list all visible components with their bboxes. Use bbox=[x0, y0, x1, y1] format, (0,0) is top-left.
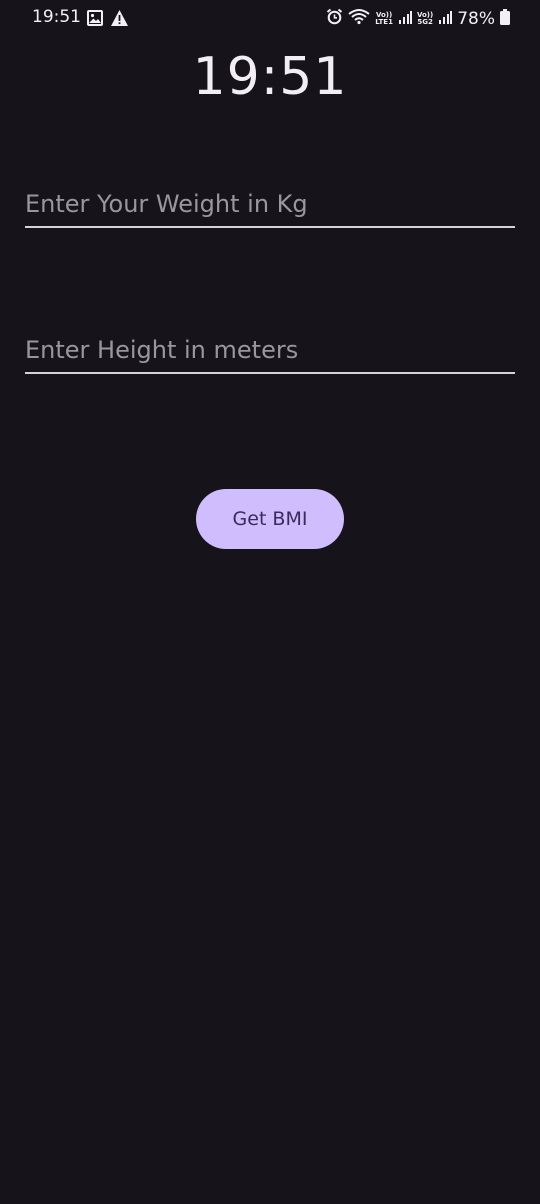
alarm-icon bbox=[326, 8, 343, 29]
clock-display: 19:51 bbox=[192, 47, 348, 107]
image-icon bbox=[86, 9, 104, 31]
sim2-type-label: 5G2 bbox=[417, 17, 433, 26]
battery-percent: 78% bbox=[457, 8, 495, 29]
status-right-icons: Vo)) LTE1 Vo)) 5G2 78% bbox=[326, 8, 510, 29]
sim1-network-label: Vo)) LTE1 bbox=[375, 11, 393, 26]
get-bmi-button[interactable]: Get BMI bbox=[196, 489, 344, 549]
status-bar: 19:51 Vo)) LTE1 Vo)) 5G2 78% bbox=[0, 0, 540, 36]
status-left-icons bbox=[86, 9, 129, 31]
signal-icon bbox=[398, 9, 412, 28]
warning-icon bbox=[110, 9, 129, 31]
signal-icon bbox=[438, 9, 453, 28]
sim1-type-label: LTE1 bbox=[375, 17, 393, 26]
weight-field bbox=[25, 182, 515, 228]
height-field bbox=[25, 328, 515, 374]
height-input[interactable] bbox=[25, 332, 515, 368]
sim2-network-label: Vo)) 5G2 bbox=[417, 11, 433, 26]
wifi-icon bbox=[348, 8, 370, 29]
weight-input[interactable] bbox=[25, 186, 515, 222]
bmi-calculator-screen: 19:51 Vo)) LTE1 Vo)) 5G2 78% 19:51 Enter… bbox=[0, 0, 540, 1204]
battery-icon bbox=[500, 8, 510, 29]
status-time: 19:51 bbox=[32, 7, 81, 27]
